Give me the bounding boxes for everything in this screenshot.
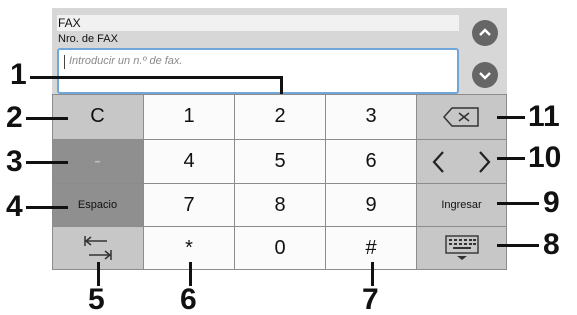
backspace-key[interactable] bbox=[417, 94, 507, 140]
keyboard-icon bbox=[444, 235, 479, 260]
leader-line-3 bbox=[26, 161, 68, 164]
callout-10: 10 bbox=[528, 141, 562, 174]
leader-line-1b bbox=[280, 76, 283, 94]
keypad: C 1 2 3 - 4 5 6 Espacio 7 8 9 Ingresar *… bbox=[52, 94, 507, 270]
scroll-up-button[interactable] bbox=[472, 20, 498, 46]
cursor-keys bbox=[417, 140, 507, 184]
key-2[interactable]: 2 bbox=[235, 94, 326, 140]
leader-line-2 bbox=[26, 117, 68, 120]
chevron-up-icon bbox=[479, 28, 491, 36]
leader-line-8 bbox=[497, 244, 539, 247]
backspace-icon bbox=[442, 106, 479, 127]
cursor-left-button[interactable] bbox=[429, 147, 449, 177]
fax-entry-panel: FAX Nro. de FAX Introducir un n.º de fax… bbox=[52, 8, 507, 270]
leader-line-7 bbox=[371, 262, 374, 286]
callout-5: 5 bbox=[88, 283, 105, 315]
callout-7: 7 bbox=[362, 283, 379, 315]
key-1[interactable]: 1 bbox=[144, 94, 235, 140]
key-7[interactable]: 7 bbox=[144, 184, 235, 227]
leader-line-9 bbox=[497, 202, 539, 205]
chevron-left-icon bbox=[432, 150, 445, 173]
callout-3: 3 bbox=[6, 145, 23, 178]
tab-icon bbox=[83, 236, 112, 260]
key-9[interactable]: 9 bbox=[326, 184, 417, 227]
leader-line-4 bbox=[26, 206, 68, 209]
enter-key[interactable]: Ingresar bbox=[417, 184, 507, 227]
text-caret bbox=[64, 55, 65, 69]
scroll-down-button[interactable] bbox=[472, 62, 498, 88]
callout-9: 9 bbox=[543, 186, 560, 219]
leader-line-5 bbox=[97, 262, 100, 286]
chevron-right-icon bbox=[478, 150, 491, 173]
callout-8: 8 bbox=[543, 228, 560, 261]
key-3[interactable]: 3 bbox=[326, 94, 417, 140]
key-4[interactable]: 4 bbox=[144, 140, 235, 184]
callout-6: 6 bbox=[180, 283, 197, 315]
fax-number-input[interactable]: Introducir un n.º de fax. bbox=[57, 48, 459, 94]
callout-2: 2 bbox=[6, 101, 23, 134]
field-title: FAX bbox=[57, 15, 459, 31]
cursor-right-button[interactable] bbox=[474, 147, 494, 177]
leader-line-1 bbox=[30, 76, 282, 79]
keyboard-toggle-key[interactable] bbox=[417, 227, 507, 270]
key-0[interactable]: 0 bbox=[235, 227, 326, 270]
chevron-down-icon bbox=[479, 72, 491, 80]
key-6[interactable]: 6 bbox=[326, 140, 417, 184]
input-placeholder: Introducir un n.º de fax. bbox=[69, 55, 183, 67]
callout-4: 4 bbox=[6, 190, 23, 223]
leader-line-10 bbox=[497, 157, 525, 160]
key-8[interactable]: 8 bbox=[235, 184, 326, 227]
key-5[interactable]: 5 bbox=[235, 140, 326, 184]
field-subtitle: Nro. de FAX bbox=[58, 33, 118, 45]
callout-1: 1 bbox=[10, 58, 27, 91]
leader-line-11 bbox=[497, 116, 525, 119]
leader-line-6 bbox=[189, 262, 192, 286]
callout-11: 11 bbox=[528, 100, 560, 133]
